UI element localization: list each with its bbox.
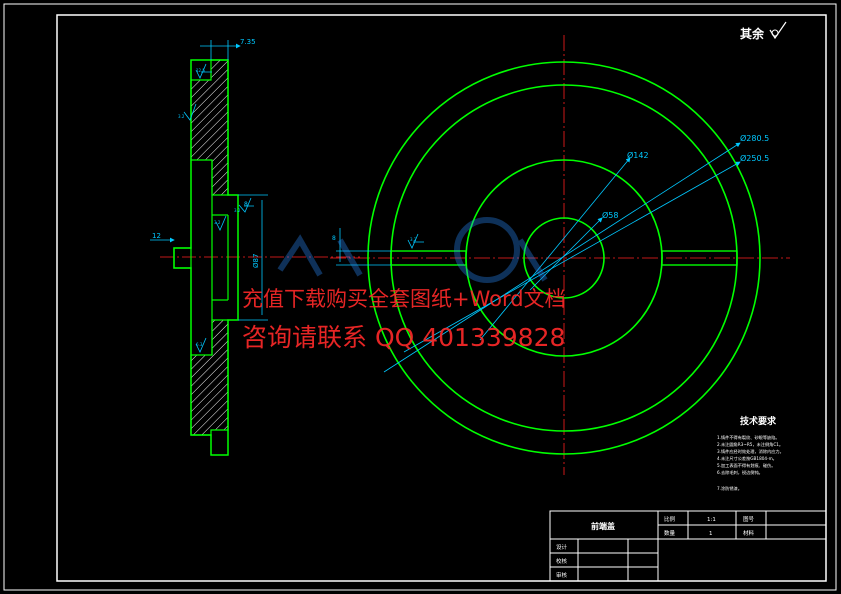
tech-req-line-4: 4.未注尺寸公差按GB1804-m。 <box>717 455 777 462</box>
approver-label: 审核 <box>556 571 568 579</box>
roughness-mark-3: 3.2 <box>234 208 241 213</box>
roughness-note: 其余 <box>740 21 787 41</box>
dim-d4-label: Ø58 <box>602 210 618 220</box>
roughness-note-text: 其余 <box>740 26 765 41</box>
scale-value: 1:1 <box>707 517 716 523</box>
dim-d1-label: Ø280.5 <box>740 133 769 143</box>
tech-req-line-7: 7.涂防锈漆。 <box>717 485 742 492</box>
roughness-mark-1: 12.5 <box>196 68 205 73</box>
qty-value: 1 <box>709 531 713 537</box>
dim-small-8-label: 8 <box>244 201 248 208</box>
roughness-mark-4: 6.3 <box>196 342 203 347</box>
roughness-symbol-icon <box>769 21 787 40</box>
watermark-line-1: 充值下载购买全套图纸+Word文档 <box>242 287 566 311</box>
roughness-mark-2: 3.2 <box>178 114 185 119</box>
dim-bore-label: Ø87 <box>252 254 260 268</box>
tech-req-title: 技术要求 <box>740 415 777 427</box>
designer-label: 设计 <box>556 543 568 551</box>
drawing-no-label: 图号 <box>743 515 755 523</box>
tech-requirements: 技术要求 1.铸件不得有裂纹、砂眼等缺陷。 2.未注圆角R3~R5，未注倒角C1… <box>717 415 784 492</box>
tech-req-line-5: 5.加工表面不得有划痕、碰伤。 <box>717 462 775 469</box>
section-view: 7.35 12 Ø87 8 12.5 3.2 3.2 6.3 3.2 <box>150 38 360 456</box>
section-hatch-lower <box>190 319 229 436</box>
scale-label: 比例 <box>664 515 676 523</box>
dim-d2-label: Ø250.5 <box>740 153 769 163</box>
logo-watermark <box>277 217 548 283</box>
material-label: 材料 <box>743 529 755 537</box>
checker-label: 校核 <box>556 557 568 565</box>
tech-req-line-2: 2.未注圆角R3~R5，未注倒角C1。 <box>717 441 783 448</box>
dim-keyway-label: 8 <box>332 235 336 242</box>
dim-left-label: 12 <box>152 232 161 240</box>
watermark-line-2: 咨询请联系 QQ 401339828 <box>242 323 566 352</box>
part-name: 前端盖 <box>591 521 615 531</box>
roughness-mark-5: 3.2 <box>214 220 221 225</box>
section-hatch-upper <box>190 59 229 196</box>
tech-req-line-1: 1.铸件不得有裂纹、砂眼等缺陷。 <box>717 434 780 441</box>
tech-req-line-6: 6.去除毛刺，锐边倒钝。 <box>717 469 763 476</box>
keyway-roughness-mark: 3.2 <box>410 237 417 242</box>
front-view: Ø280.5 Ø250.5 Ø142 Ø58 8 3.2 <box>330 35 790 475</box>
dim-d3-label: Ø142 <box>627 150 649 160</box>
tech-req-line-3: 3.铸件应经时效处理，消除内应力。 <box>717 448 784 455</box>
qty-label: 数量 <box>664 529 676 537</box>
dim-top-label: 7.35 <box>240 38 256 46</box>
